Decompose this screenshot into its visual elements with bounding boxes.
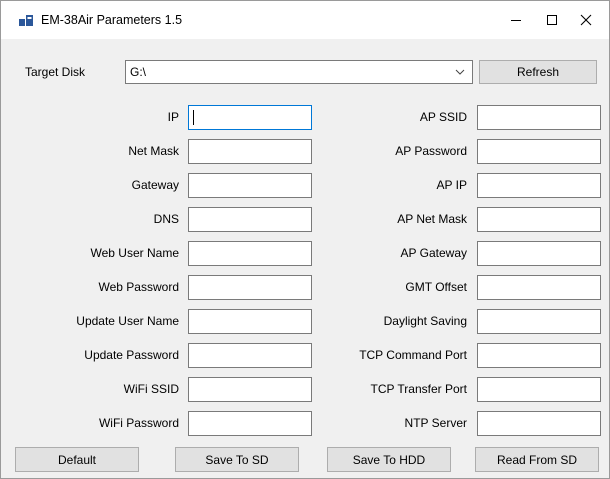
refresh-button[interactable]: Refresh <box>479 60 597 84</box>
web-password-field[interactable] <box>188 275 312 300</box>
wifi-password-label: WiFi Password <box>98 416 179 430</box>
ap-gateway-input[interactable] <box>478 242 600 265</box>
wifi-password-input[interactable] <box>189 412 311 435</box>
maximize-icon <box>547 15 557 25</box>
ap-ssid-label: AP SSID <box>419 110 467 124</box>
update-password-input[interactable] <box>189 344 311 367</box>
parameters-window: EM-38Air Parameters 1.5 Target Disk G:\ … <box>0 0 610 479</box>
ap-password-field[interactable] <box>477 139 601 164</box>
wifi-ssid-input[interactable] <box>189 378 311 401</box>
gateway-label: Gateway <box>131 178 179 192</box>
save-to-sd-button[interactable]: Save To SD <box>175 447 299 472</box>
web-user-name-input[interactable] <box>189 242 311 265</box>
ap-net-mask-field[interactable] <box>477 207 601 232</box>
net-mask-label: Net Mask <box>128 144 179 158</box>
gateway-field[interactable] <box>188 173 312 198</box>
ip-field[interactable] <box>188 105 312 130</box>
tcp-command-port-input[interactable] <box>478 344 600 367</box>
tcp-transfer-port-input[interactable] <box>478 378 600 401</box>
ntp-server-label: NTP Server <box>404 416 467 430</box>
tcp-transfer-port-label: TCP Transfer Port <box>370 382 467 396</box>
target-disk-select[interactable]: G:\ <box>125 60 473 84</box>
read-from-sd-button[interactable]: Read From SD <box>475 447 599 472</box>
ap-ip-field[interactable] <box>477 173 601 198</box>
net-mask-input[interactable] <box>189 140 311 163</box>
dns-label: DNS <box>153 212 179 226</box>
daylight-saving-label: Daylight Saving <box>383 314 467 328</box>
gmt-offset-field[interactable] <box>477 275 601 300</box>
ap-ssid-field[interactable] <box>477 105 601 130</box>
wifi-ssid-field[interactable] <box>188 377 312 402</box>
app-icon <box>19 15 33 26</box>
wifi-password-field[interactable] <box>188 411 312 436</box>
title-bar[interactable]: EM-38Air Parameters 1.5 <box>1 1 609 39</box>
ap-password-input[interactable] <box>478 140 600 163</box>
tcp-command-port-field[interactable] <box>477 343 601 368</box>
net-mask-field[interactable] <box>188 139 312 164</box>
ap-net-mask-label: AP Net Mask <box>397 212 467 226</box>
close-icon <box>580 14 592 26</box>
chevron-down-icon <box>455 69 465 75</box>
minimize-icon <box>511 20 521 21</box>
update-user-name-field[interactable] <box>188 309 312 334</box>
web-user-name-label: Web User Name <box>90 246 179 260</box>
update-user-name-input[interactable] <box>189 310 311 333</box>
tcp-command-port-label: TCP Command Port <box>359 348 467 362</box>
daylight-saving-field[interactable] <box>477 309 601 334</box>
dns-input[interactable] <box>189 208 311 231</box>
text-caret <box>193 110 194 125</box>
ip-label: IP <box>167 110 179 124</box>
save-to-hdd-button[interactable]: Save To HDD <box>327 447 451 472</box>
default-button[interactable]: Default <box>15 447 139 472</box>
window-title: EM-38Air Parameters 1.5 <box>41 13 183 27</box>
web-password-label: Web Password <box>98 280 179 294</box>
update-user-name-label: Update User Name <box>76 314 179 328</box>
wifi-ssid-label: WiFi SSID <box>123 382 179 396</box>
ntp-server-input[interactable] <box>478 412 600 435</box>
ap-net-mask-input[interactable] <box>478 208 600 231</box>
gmt-offset-input[interactable] <box>478 276 600 299</box>
update-password-field[interactable] <box>188 343 312 368</box>
target-disk-value: G:\ <box>130 65 147 79</box>
ap-ip-input[interactable] <box>478 174 600 197</box>
gmt-offset-label: GMT Offset <box>405 280 467 294</box>
ap-ssid-input[interactable] <box>478 106 600 129</box>
daylight-saving-input[interactable] <box>478 310 600 333</box>
tcp-transfer-port-field[interactable] <box>477 377 601 402</box>
ap-ip-label: AP IP <box>436 178 467 192</box>
close-button[interactable] <box>563 1 609 39</box>
gateway-input[interactable] <box>189 174 311 197</box>
update-password-label: Update Password <box>84 348 179 362</box>
web-user-name-field[interactable] <box>188 241 312 266</box>
ap-gateway-label: AP Gateway <box>400 246 467 260</box>
ip-input[interactable] <box>189 106 311 129</box>
ntp-server-field[interactable] <box>477 411 601 436</box>
web-password-input[interactable] <box>189 276 311 299</box>
ap-gateway-field[interactable] <box>477 241 601 266</box>
dns-field[interactable] <box>188 207 312 232</box>
target-disk-label: Target Disk <box>25 65 86 79</box>
ap-password-label: AP Password <box>395 144 467 158</box>
